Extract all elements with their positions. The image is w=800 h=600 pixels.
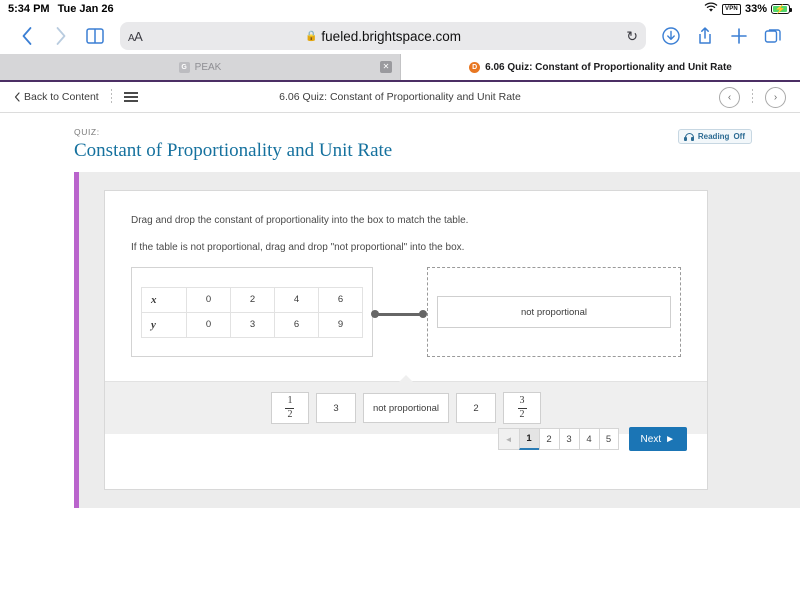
plus-icon[interactable] — [722, 21, 756, 51]
reload-icon[interactable]: ↻ — [626, 28, 638, 45]
table-cell: 0 — [186, 311, 231, 338]
status-bar: 5:34 PM Tue Jan 26 VPN 33% ⚡ — [0, 0, 800, 18]
status-date: Tue Jan 26 — [57, 3, 114, 15]
table-cell: 0 — [186, 286, 231, 313]
data-table: x 0 2 4 6 y 0 3 6 9 — [141, 286, 363, 338]
vpn-badge: VPN — [722, 3, 741, 15]
prev-activity-button[interactable]: ‹ — [719, 86, 740, 108]
table-cell: 6 — [274, 311, 319, 338]
match-connector — [371, 310, 427, 318]
fraction-denominator: 2 — [287, 408, 293, 420]
page-header: QUIZ: Constant of Proportionality and Un… — [0, 113, 800, 172]
connector-dot-right — [419, 310, 427, 318]
next-arrow-icon: ► — [665, 433, 675, 445]
pagination-page-4[interactable]: 4 — [578, 428, 599, 450]
pagination-page-5[interactable]: 5 — [598, 428, 619, 450]
answer-tile-half[interactable]: 1 2 — [270, 392, 309, 424]
bank-caret-icon — [399, 375, 413, 382]
battery-percent: 33% — [744, 3, 767, 15]
row-label: x — [141, 286, 187, 313]
nav-controls: ‹ › — [719, 86, 786, 108]
favicon-d2l-icon: D — [469, 61, 481, 73]
pagination-page-3[interactable]: 3 — [558, 428, 579, 450]
page-bottom — [0, 508, 800, 594]
battery-icon: ⚡ — [771, 4, 792, 14]
back-icon[interactable] — [10, 21, 44, 51]
quiz-kicker: QUIZ: — [74, 127, 100, 137]
pagination-prev: ◄ — [497, 428, 519, 450]
screen: 5:34 PM Tue Jan 26 VPN 33% ⚡ AA 🔒 fueled… — [0, 0, 800, 600]
fraction-numerator: 3 — [519, 395, 525, 406]
table-cell: 2 — [230, 286, 275, 313]
tab-quiz[interactable]: D 6.06 Quiz: Constant of Proportionality… — [401, 54, 800, 80]
instruction-line-1: Drag and drop the constant of proportion… — [131, 215, 469, 226]
next-button[interactable]: Next ► — [628, 427, 687, 451]
address-bar[interactable]: AA 🔒 fueled.brightspace.com ↻ — [120, 22, 646, 50]
question-prompt: Drag and drop the constant of proportion… — [105, 191, 707, 255]
back-label: Back to Content — [24, 91, 99, 103]
table-cell: 9 — [318, 311, 363, 338]
matching-area: x 0 2 4 6 y 0 3 6 9 not proportional — [105, 267, 707, 373]
row-label: y — [141, 311, 187, 338]
browser-toolbar: AA 🔒 fueled.brightspace.com ↻ — [0, 18, 800, 54]
next-label: Next — [640, 433, 662, 445]
pagination-page-1[interactable]: 1 — [518, 428, 539, 450]
lock-icon: 🔒 — [304, 30, 318, 42]
pagination: ◄ 1 2 3 4 5 Next ► — [497, 427, 687, 451]
answer-tile-3[interactable]: 3 — [315, 393, 356, 423]
tab-peak[interactable]: G PEAK ✕ — [0, 54, 401, 80]
divider — [110, 89, 112, 105]
headphones-icon — [684, 132, 694, 141]
url-text: fueled.brightspace.com — [321, 28, 462, 44]
tab-bar: G PEAK ✕ D 6.06 Quiz: Constant of Propor… — [0, 54, 800, 82]
table-row: x 0 2 4 6 — [141, 286, 363, 313]
reading-state: Off — [733, 132, 745, 141]
next-activity-button[interactable]: › — [765, 86, 786, 108]
url-display: 🔒 fueled.brightspace.com — [120, 29, 646, 44]
page-title: Constant of Proportionality and Unit Rat… — [74, 140, 393, 161]
connector-line — [375, 313, 423, 316]
content-area: Drag and drop the constant of proportion… — [74, 172, 800, 508]
nav-title: 6.06 Quiz: Constant of Proportionality a… — [279, 91, 521, 103]
answer-tile-not-proportional[interactable]: not proportional — [362, 393, 450, 423]
placed-answer-tile[interactable]: not proportional — [437, 296, 671, 328]
reading-toggle[interactable]: Reading Off — [677, 129, 752, 144]
status-indicators: VPN 33% ⚡ — [704, 2, 792, 16]
wifi-icon — [704, 2, 718, 16]
data-table-container: x 0 2 4 6 y 0 3 6 9 — [131, 267, 373, 357]
tab-label: 6.06 Quiz: Constant of Proportionality a… — [485, 61, 732, 73]
status-time: 5:34 PM — [8, 3, 50, 15]
question-card: Drag and drop the constant of proportion… — [104, 190, 708, 490]
course-nav-bar: Back to Content 6.06 Quiz: Constant of P… — [0, 82, 800, 113]
table-cell: 3 — [230, 311, 275, 338]
table-cell: 6 — [318, 286, 363, 313]
tab-label: PEAK — [194, 61, 222, 73]
hamburger-icon[interactable] — [123, 92, 138, 102]
reading-label: Reading — [697, 132, 730, 141]
tabs-icon[interactable] — [756, 21, 790, 51]
fraction-denominator: 2 — [519, 408, 525, 420]
answer-tile-2[interactable]: 2 — [456, 393, 497, 423]
chevron-left-icon — [14, 92, 20, 102]
close-icon[interactable]: ✕ — [380, 61, 392, 73]
instruction-line-2: If the table is not proportional, drag a… — [131, 242, 465, 253]
back-to-content-link[interactable]: Back to Content — [14, 91, 99, 103]
divider — [752, 89, 753, 105]
pagination-page-2[interactable]: 2 — [538, 428, 559, 450]
favicon-google-icon: G — [178, 61, 190, 73]
drop-zone[interactable]: not proportional — [427, 267, 681, 357]
download-icon[interactable] — [654, 21, 688, 51]
share-icon[interactable] — [688, 21, 722, 51]
forward-icon — [44, 21, 78, 51]
table-cell: 4 — [274, 286, 319, 313]
table-row: y 0 3 6 9 — [141, 311, 363, 338]
book-icon[interactable] — [78, 21, 112, 51]
accent-bar — [74, 172, 79, 508]
answer-tile-three-halves[interactable]: 3 2 — [503, 392, 542, 424]
fraction-numerator: 1 — [287, 395, 293, 406]
